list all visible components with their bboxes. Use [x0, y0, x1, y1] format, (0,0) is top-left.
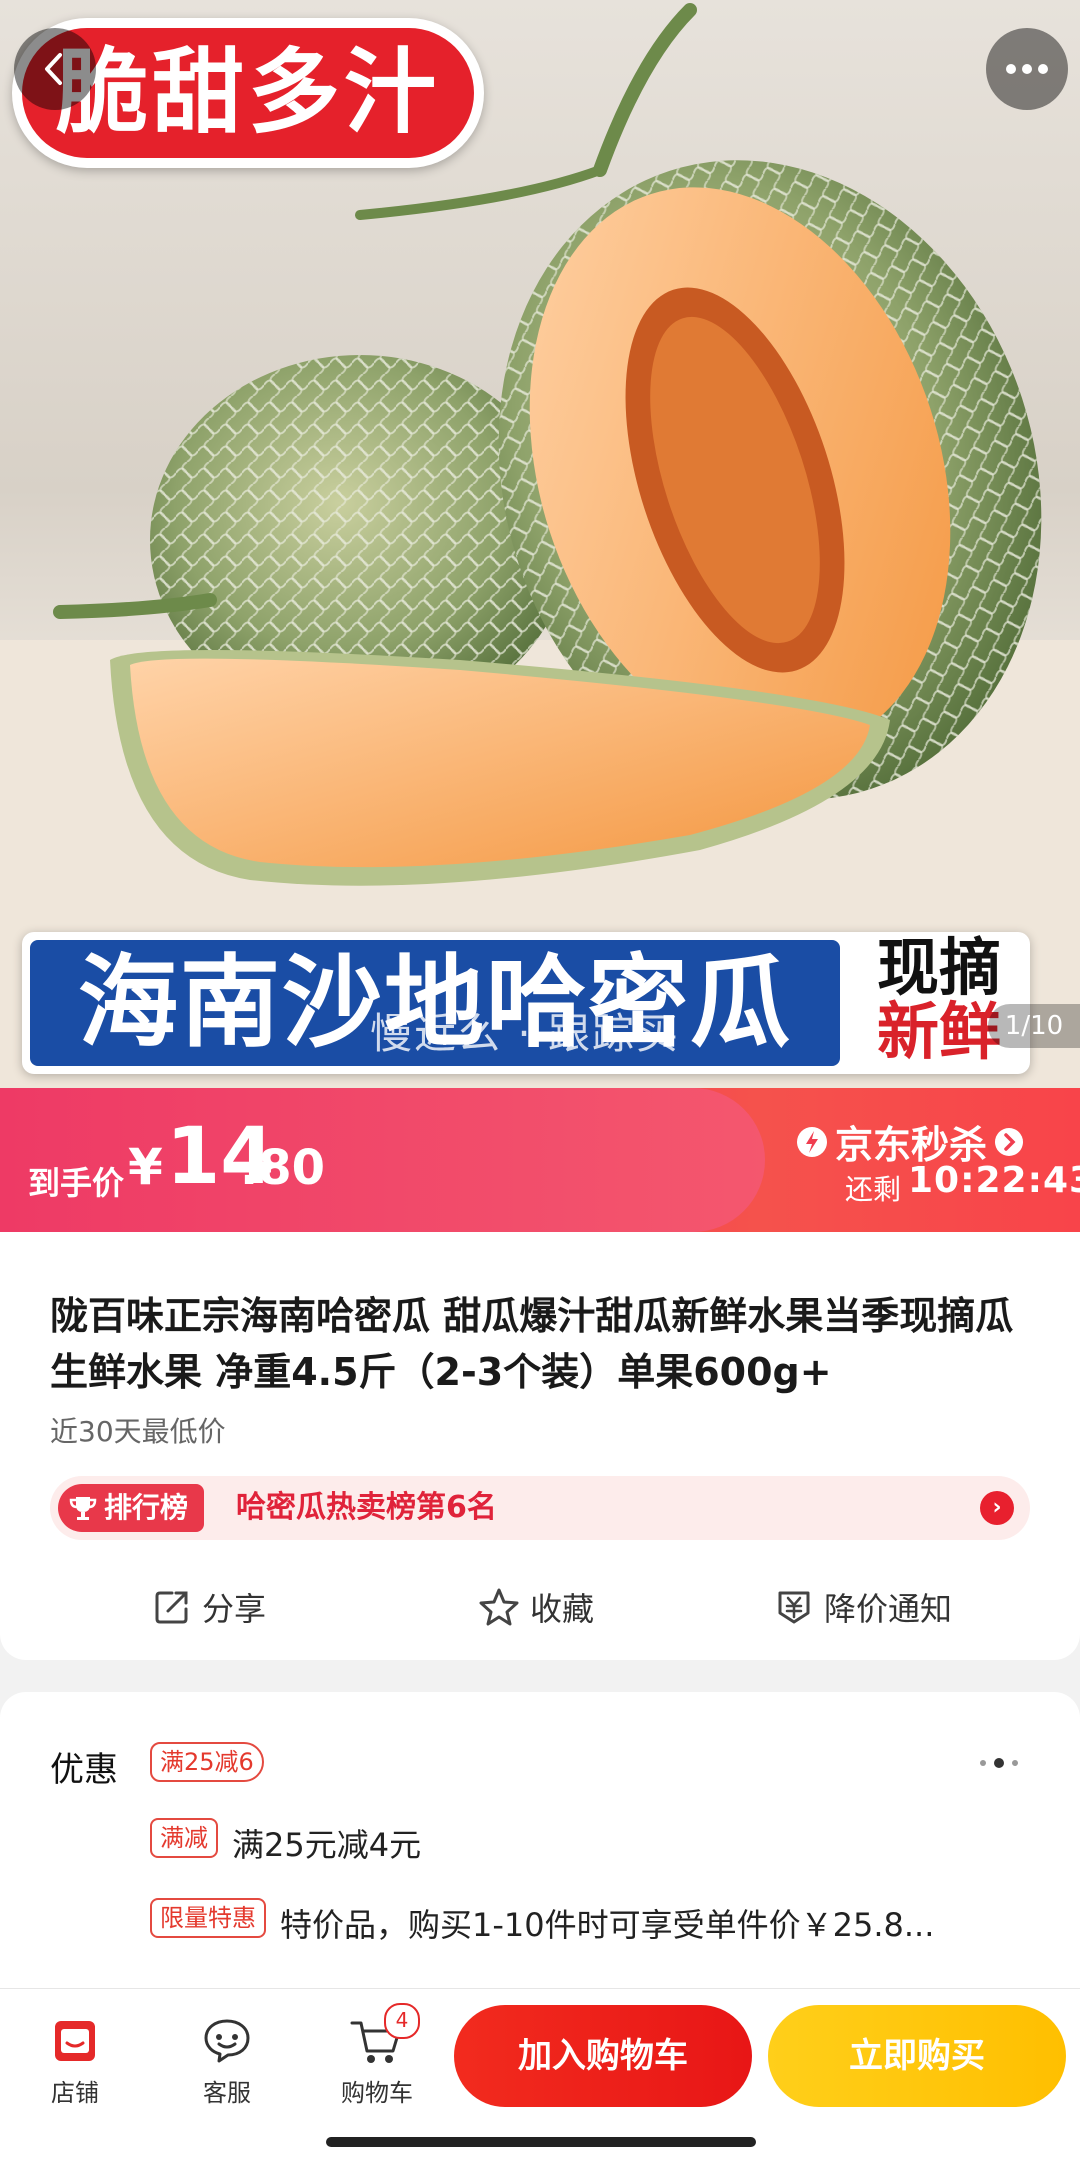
discount-text: 满25元减4元: [232, 1826, 422, 1864]
lowest-price-note: 近30天最低价: [50, 1415, 226, 1448]
share-label: 分享: [202, 1590, 267, 1628]
tab-service[interactable]: 客服: [172, 2009, 282, 2108]
countdown-timer: 10:22:43: [908, 1160, 1080, 1201]
image-counter: 1/10: [988, 1004, 1080, 1048]
price-decimal: .80: [240, 1140, 326, 1196]
share-button[interactable]: 分享: [152, 1584, 266, 1630]
star-icon: [479, 1588, 519, 1626]
discount-tag: 满减: [150, 1818, 218, 1858]
promotion-card[interactable]: 优惠 满25减6 满减 满25元减4元 限量特惠 特价品，购买1-10件时可享受…: [0, 1692, 1080, 2012]
store-icon: [55, 2021, 95, 2061]
tab-service-label: 客服: [203, 2079, 251, 2107]
limited-offer-tag: 限量特惠: [150, 1898, 266, 1938]
buy-now-button[interactable]: 立即购买: [768, 2005, 1066, 2107]
favorite-button[interactable]: 收藏: [478, 1584, 594, 1630]
tab-cart[interactable]: 4 购物车: [322, 2003, 432, 2108]
price-currency: ¥: [128, 1138, 163, 1196]
chevron-right-circle-icon: [995, 1127, 1024, 1156]
more-dots-icon[interactable]: [980, 1758, 1018, 1768]
price-tag-icon: [778, 1591, 810, 1624]
share-icon: [155, 1591, 188, 1624]
chat-service-icon: [204, 2019, 250, 2063]
home-indicator[interactable]: [326, 2137, 756, 2147]
more-dots-icon: [1006, 64, 1048, 74]
back-button[interactable]: [14, 28, 96, 110]
ranking-tag-text: 排行榜: [104, 1491, 189, 1524]
coupon-tag[interactable]: 满25减6: [150, 1742, 264, 1782]
price-alert-button[interactable]: 降价通知: [774, 1584, 952, 1630]
product-title: 陇百味正宗海南哈密瓜 甜瓜爆汁甜瓜新鲜水果当季现摘瓜生鲜水果 净重4.5斤（2-…: [50, 1294, 1014, 1394]
favorite-label: 收藏: [530, 1590, 595, 1628]
chevron-left-icon: [45, 53, 62, 85]
ranking-text: 哈密瓜热卖榜第6名: [236, 1490, 497, 1525]
banner-side-text: 现摘 新鲜: [854, 936, 1024, 1070]
dot: [994, 1758, 1004, 1768]
countdown-label: 还剩: [845, 1173, 902, 1206]
chevron-right-icon: ›: [980, 1491, 1014, 1525]
price-bar: 到手价 ¥ 14 .80 京东秒杀 还剩 10:22:43: [0, 1088, 1080, 1232]
cart-count-badge: 4: [384, 2003, 420, 2039]
trophy-icon: [69, 1497, 97, 1520]
more-button[interactable]: [986, 28, 1068, 110]
limited-offer-text: 特价品，购买1-10件时可享受单件价￥25.8...: [280, 1906, 935, 1944]
banner-side-line1: 现摘: [876, 931, 1001, 1004]
ranking-tag: 排行榜: [58, 1484, 205, 1532]
price-panel: 到手价 ¥ 14 .80: [0, 1088, 765, 1232]
tab-store[interactable]: 店铺: [20, 2009, 130, 2108]
overlay-watermark-text: 慢近么 · 跟踪买: [370, 1009, 681, 1058]
price-label: 到手价: [28, 1164, 125, 1202]
ranking-bar[interactable]: 排行榜 哈密瓜热卖榜第6名 ›: [50, 1476, 1030, 1540]
seckill-icon: [797, 1126, 827, 1157]
tab-store-label: 店铺: [51, 2079, 99, 2107]
product-info-card: 陇百味正宗海南哈密瓜 甜瓜爆汁甜瓜新鲜水果当季现摘瓜生鲜水果 净重4.5斤（2-…: [0, 1232, 1080, 1660]
product-image[interactable]: 脆甜多汁 海南沙地哈密瓜 现摘 新鲜 慢近么 · 跟踪买 1/10: [0, 0, 1080, 1088]
promotion-label: 优惠: [50, 1750, 118, 1790]
dot: [1012, 1760, 1018, 1766]
add-to-cart-button[interactable]: 加入购物车: [454, 2005, 752, 2107]
dot: [980, 1760, 986, 1766]
tab-cart-label: 购物车: [341, 2079, 413, 2107]
price-alert-label: 降价通知: [824, 1590, 953, 1628]
